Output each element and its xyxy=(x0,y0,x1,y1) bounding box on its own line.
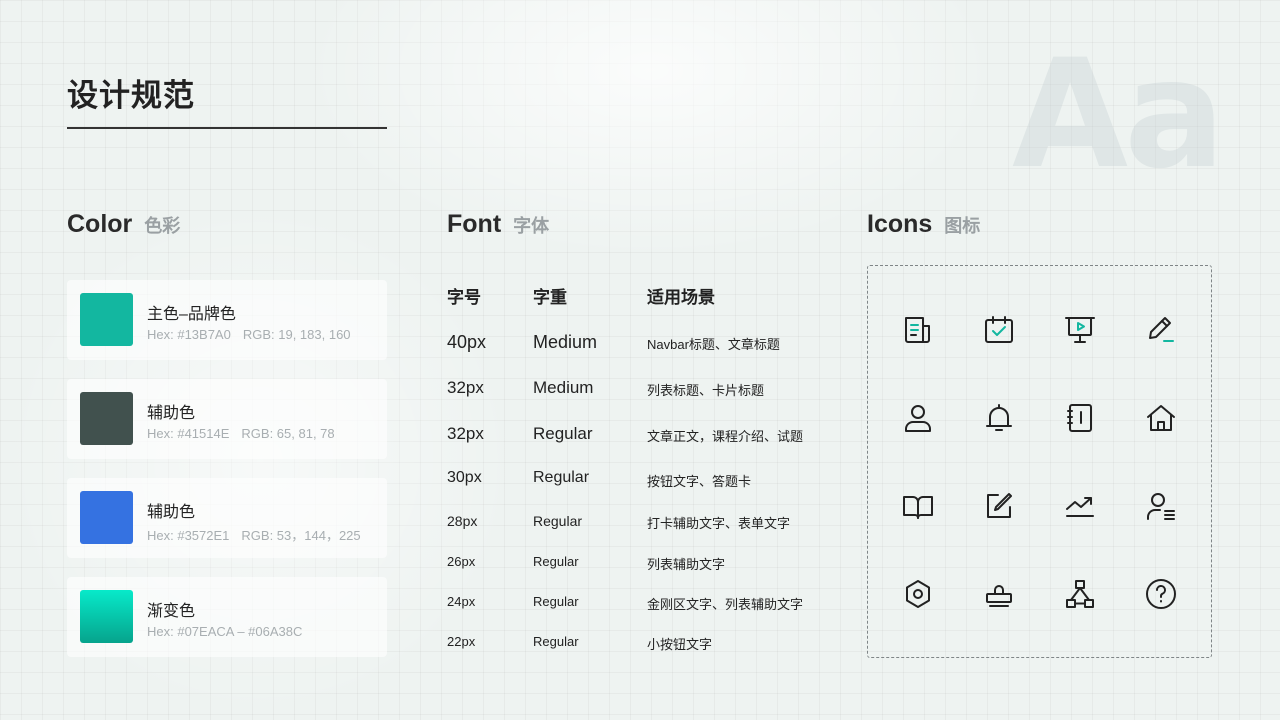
font-size-cell: 40px xyxy=(447,332,487,352)
edit-pen-icon xyxy=(1144,313,1178,347)
color-meta: Hex: #13B7A0 RGB: 19, 183, 160 xyxy=(147,327,351,342)
section-title-zh: 色彩 xyxy=(144,216,181,236)
section-title-zh: 图标 xyxy=(944,216,981,236)
color-meta: Hex: #41514E RGB: 65, 81, 78 xyxy=(147,426,335,441)
font-usage-cell: 打卡辅助文字、表单文字 xyxy=(647,516,791,531)
stamp-icon xyxy=(982,577,1016,611)
color-swatch xyxy=(80,392,133,445)
watermark-aa: Aa xyxy=(1012,28,1225,202)
color-swatch xyxy=(80,293,133,346)
edit-square-icon xyxy=(982,489,1016,523)
font-usage-cell: 按钮文字、答题卡 xyxy=(647,474,752,489)
color-hex: Hex: #3572E1 xyxy=(147,528,230,543)
color-card-gradient: 渐变色 Hex: #07EACA – #06A38C xyxy=(67,577,387,657)
font-usage-cell: 金刚区文字、列表辅助文字 xyxy=(647,597,804,612)
font-weight-cell: Medium xyxy=(533,332,598,352)
color-card-primary: 主色–品牌色 Hex: #13B7A0 RGB: 19, 183, 160 xyxy=(67,280,387,360)
bell-icon xyxy=(982,401,1016,435)
font-weight-cell: Regular xyxy=(533,513,583,529)
font-table-header: 字重 xyxy=(533,288,567,307)
section-title-en: Icons xyxy=(867,210,933,238)
font-weight-cell: Regular xyxy=(533,469,590,486)
font-size-cell: 26px xyxy=(447,554,476,569)
font-size-cell: 32px xyxy=(447,378,484,397)
document-icon xyxy=(901,313,935,347)
page-title: 设计规范 xyxy=(67,78,195,113)
font-weight-cell: Regular xyxy=(533,594,579,609)
font-size-cell: 24px xyxy=(447,594,476,609)
trend-up-icon xyxy=(1063,489,1097,523)
section-title-en: Font xyxy=(447,210,502,238)
color-rgb: RGB: 65, 81, 78 xyxy=(241,426,335,441)
color-swatch xyxy=(80,590,133,643)
font-table-header: 适用场景 xyxy=(647,288,715,307)
color-swatch xyxy=(80,491,133,544)
color-name: 渐变色 xyxy=(147,603,196,620)
font-size-cell: 28px xyxy=(447,513,478,529)
title-divider xyxy=(67,127,387,129)
font-weight-cell: Regular xyxy=(533,424,593,443)
user-list-icon xyxy=(1144,489,1178,523)
color-name: 主色–品牌色 xyxy=(147,306,236,323)
color-hex: Hex: #07EACA – #06A38C xyxy=(147,624,303,639)
font-usage-cell: 列表辅助文字 xyxy=(647,557,726,572)
calendar-check-icon xyxy=(982,313,1016,347)
font-weight-cell: Regular xyxy=(533,554,579,569)
font-size-cell: 30px xyxy=(447,469,482,486)
font-table-header: 字号 xyxy=(447,288,481,307)
font-usage-cell: Navbar标题、文章标题 xyxy=(647,337,780,352)
help-circle-icon xyxy=(1144,577,1178,611)
color-rgb: RGB: 19, 183, 160 xyxy=(242,327,351,342)
font-usage-cell: 列表标题、卡片标题 xyxy=(647,383,765,398)
font-size-cell: 22px xyxy=(447,634,476,649)
color-card-secondary-blue: 辅助色 Hex: #3572E1 RGB: 53，144，225 xyxy=(67,478,387,558)
section-title-en: Color xyxy=(67,210,133,238)
settings-hexagon-icon xyxy=(901,577,935,611)
book-open-icon xyxy=(901,489,935,523)
color-section-title: Color 色彩 xyxy=(67,210,180,239)
color-card-secondary-dark: 辅助色 Hex: #41514E RGB: 65, 81, 78 xyxy=(67,379,387,459)
color-name: 辅助色 xyxy=(147,504,196,521)
font-usage-cell: 文章正文，课程介绍、试题 xyxy=(647,429,804,444)
color-meta: Hex: #3572E1 RGB: 53，144，225 xyxy=(147,525,361,544)
presentation-play-icon xyxy=(1063,313,1097,347)
color-rgb: RGB: 53，144，225 xyxy=(241,528,361,543)
hierarchy-icon xyxy=(1063,577,1097,611)
section-title-zh: 字体 xyxy=(513,216,550,236)
font-section-title: Font 字体 xyxy=(447,210,549,239)
notebook-icon xyxy=(1063,401,1097,435)
color-name: 辅助色 xyxy=(147,405,196,422)
icons-section-title: Icons 图标 xyxy=(867,210,980,239)
home-icon xyxy=(1144,401,1178,435)
color-meta: Hex: #07EACA – #06A38C xyxy=(147,624,302,639)
color-hex: Hex: #41514E xyxy=(147,426,230,441)
font-usage-cell: 小按钮文字 xyxy=(647,637,713,652)
color-hex: Hex: #13B7A0 xyxy=(147,327,231,342)
font-size-cell: 32px xyxy=(447,424,484,443)
font-weight-cell: Medium xyxy=(533,378,594,397)
user-icon xyxy=(901,401,935,435)
font-weight-cell: Regular xyxy=(533,634,579,649)
